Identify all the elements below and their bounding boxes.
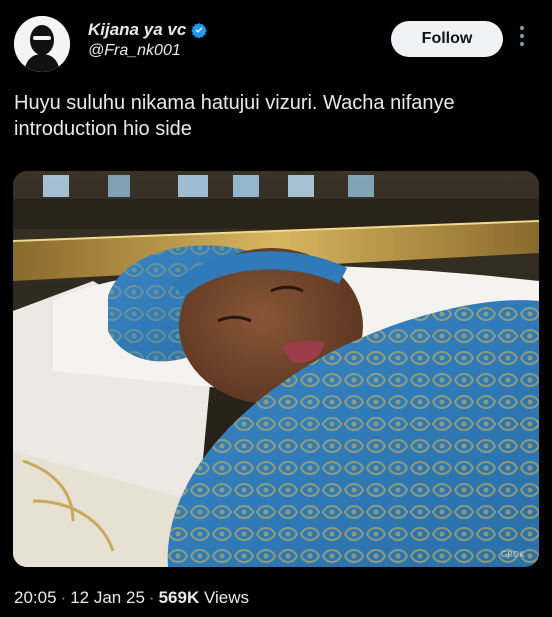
views-label: Views <box>203 588 249 607</box>
tweet-date[interactable]: 12 Jan 25 <box>70 588 145 607</box>
author-display-name[interactable]: Kijana ya vc <box>88 20 186 40</box>
verified-badge-icon <box>191 23 208 38</box>
grok-watermark: GROK <box>501 550 525 559</box>
media-illustration: GROK <box>13 171 539 567</box>
masked-figure-avatar-icon <box>14 16 70 72</box>
tweet-time[interactable]: 20:05 <box>14 588 57 607</box>
more-vertical-icon[interactable] <box>520 26 524 46</box>
author-avatar[interactable] <box>14 16 70 72</box>
tweet-text: Huyu suluhu nikama hatujui vizuri. Wacha… <box>14 92 455 140</box>
tweet-media-image[interactable]: GROK <box>13 171 539 567</box>
views-count: 569K <box>158 588 200 607</box>
author-name-row: Kijana ya vc <box>88 20 208 40</box>
follow-button[interactable]: Follow <box>391 21 503 57</box>
author-handle[interactable]: @Fra_nk001 <box>88 42 181 60</box>
tweet-meta: 20:05 · 12 Jan 25 · 569K Views <box>14 588 249 607</box>
